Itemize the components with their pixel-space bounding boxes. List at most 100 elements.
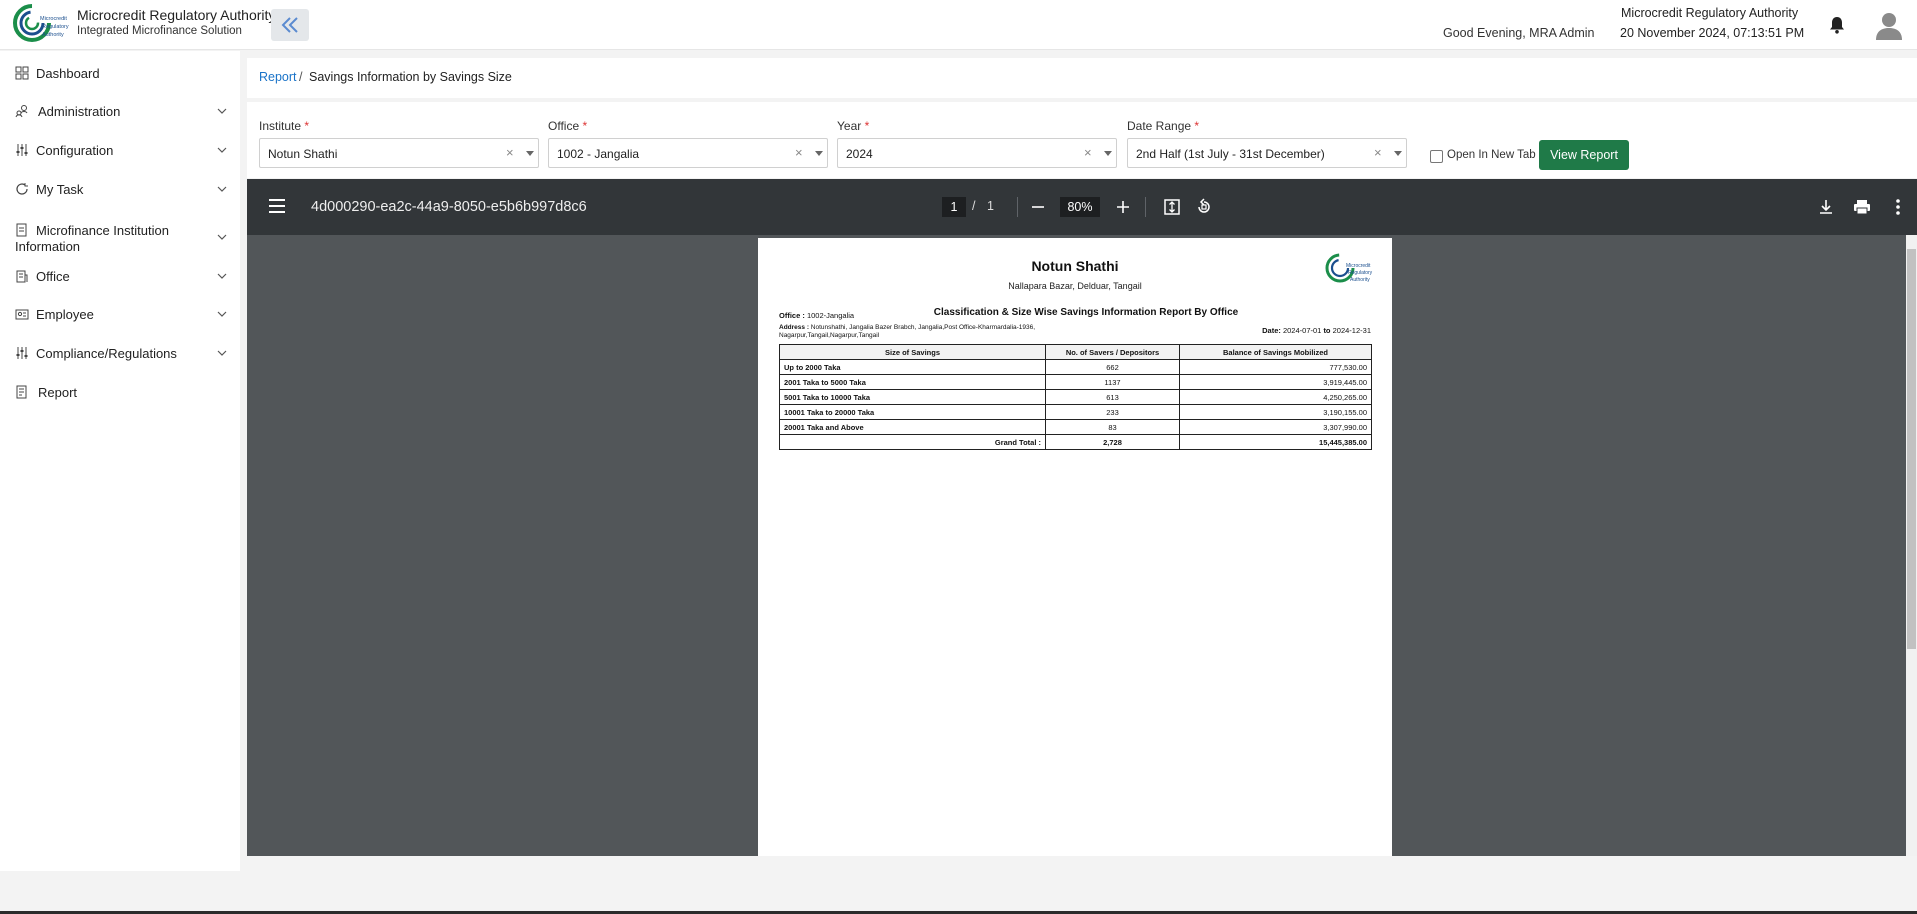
view-report-button[interactable]: View Report [1539,140,1629,170]
page-total: 1 [987,199,994,213]
svg-text:Regulatory: Regulatory [42,24,69,30]
sliders-icon [16,347,28,359]
sidebar-item-mfi-information[interactable]: Microfinance Institution Information [0,221,240,254]
total-savers-cell: 2,728 [1045,434,1180,450]
date-range-select[interactable]: 2nd Half (1st July - 31st December) × [1127,138,1407,168]
sidebar-item-compliance[interactable]: Compliance/Regulations [0,343,240,363]
download-icon [1820,200,1832,214]
mra-logo: Microcredit Regulatory Authority [12,3,70,45]
institute-value: Notun Shathi [268,147,338,161]
sidebar-item-my-task[interactable]: My Task [0,179,240,199]
sidebar-item-label: Dashboard [36,65,100,81]
footer [0,871,1917,914]
institute-label: Institute * [259,119,310,133]
open-new-tab-checkbox[interactable] [1430,150,1443,163]
sidebar-item-report[interactable]: Report [0,382,240,402]
chevron-down-icon [217,273,227,279]
balance-cell: 3,307,990.00 [1179,419,1372,435]
dashboard-icon [15,66,29,80]
size-cell: 20001 Taka and Above [779,419,1046,435]
sidebar-item-label: My Task [36,181,84,197]
fit-page-icon [1164,199,1180,215]
more-options-button[interactable] [1886,195,1910,219]
download-button[interactable] [1814,195,1838,219]
breadcrumb-separator: / [299,70,303,84]
open-new-tab-label[interactable]: Open In New Tab [1447,149,1536,161]
sidebar-item-administration[interactable]: Administration [0,101,240,121]
sidebar-item-configuration[interactable]: Configuration [0,140,240,160]
chevron-down-icon [217,147,227,153]
clear-icon[interactable]: × [506,145,514,160]
year-label: Year * [837,119,870,133]
svg-text:Regulatory: Regulatory [1348,270,1373,276]
vertical-scrollbar[interactable] [1906,235,1917,856]
sidebar-item-dashboard[interactable]: Dashboard [0,63,240,83]
menu-icon[interactable] [269,199,285,213]
date-range-label: Date Range * [1127,119,1200,133]
savers-cell: 662 [1045,359,1180,375]
chevron-down-icon [217,311,227,317]
page-number-input[interactable]: 1 [942,197,966,217]
fit-to-page-button[interactable] [1160,195,1184,219]
refresh-icon [16,183,28,195]
total-balance-cell: 15,445,385.00 [1179,434,1372,450]
page-separator: / [972,199,976,213]
svg-text:Microcredit: Microcredit [1346,263,1371,269]
balance-cell: 4,250,265.00 [1179,389,1372,405]
building-icon [16,270,28,283]
size-cell: Up to 2000 Taka [779,359,1046,375]
header-datetime: 20 November 2024, 07:13:51 PM [1620,26,1805,40]
grand-total-row: Grand Total : 2,728 15,445,385.00 [779,434,1372,450]
rotate-button[interactable] [1192,195,1216,219]
sidebar-item-label-line2: Information [15,239,81,254]
sliders-icon [16,144,28,156]
column-header: Balance of Savings Mobilized [1179,344,1372,360]
bell-icon[interactable] [1829,16,1845,39]
table-row: 20001 Taka and Above 83 3,307,990.00 [779,419,1372,435]
chevron-down-icon [217,350,227,356]
svg-text:Authority: Authority [42,32,64,38]
chevron-down-icon [217,108,227,114]
org-subtitle: Integrated Microfinance Solution [77,25,242,37]
breadcrumb-report-link[interactable]: Report [259,70,297,84]
savings-table: Size of Savings No. of Savers / Deposito… [779,344,1372,450]
sidebar-item-label: Report [38,384,78,400]
zoom-level-input[interactable]: 80% [1060,197,1100,217]
savers-cell: 1137 [1045,374,1180,390]
report-icon [16,385,27,399]
sidebar-item-employee[interactable]: Employee [0,304,240,324]
report-address: Address : Notunshathi, Jangalia Bazer Br… [779,324,1036,339]
user-avatar-icon[interactable] [1875,11,1903,46]
sidebar-item-label: Microfinance Institution [36,223,169,238]
minus-icon [1032,206,1044,208]
table-row: 2001 Taka to 5000 Taka 1137 3,919,445.00 [779,374,1372,390]
report-org-address: Nallapara Bazar, Delduar, Tangail [1008,281,1142,291]
scrollbar-thumb[interactable] [1907,249,1916,649]
report-filter-panel: Institute * Notun Shathi × Office * 1002… [247,102,1917,178]
balance-cell: 3,190,155.00 [1179,404,1372,420]
clear-icon[interactable]: × [1084,145,1092,160]
sidebar-item-office[interactable]: Office [0,266,240,286]
institute-select[interactable]: Notun Shathi × [259,138,539,168]
chevron-down-icon [217,234,227,240]
clear-icon[interactable]: × [795,145,803,160]
column-header: No. of Savers / Depositors [1045,344,1180,360]
sidebar-collapse-button[interactable] [271,9,309,41]
size-cell: 5001 Taka to 10000 Taka [779,389,1046,405]
more-vertical-icon [1896,199,1900,215]
table-row: 5001 Taka to 10000 Taka 613 4,250,265.00 [779,389,1372,405]
office-select[interactable]: 1002 - Jangalia × [548,138,828,168]
app-header: Microcredit Regulatory Authority Microcr… [0,0,1917,50]
clear-icon[interactable]: × [1374,145,1382,160]
zoom-in-button[interactable] [1111,195,1135,219]
zoom-out-button[interactable] [1026,195,1050,219]
mra-logo: Microcredit Regulatory Authority [1325,253,1375,289]
caret-down-icon [815,151,823,156]
office-value: 1002 - Jangalia [557,147,640,161]
print-button[interactable] [1850,195,1874,219]
year-select[interactable]: 2024 × [837,138,1117,168]
table-header-row: Size of Savings No. of Savers / Deposito… [779,344,1372,360]
double-chevron-left-icon [281,17,298,33]
savers-cell: 233 [1045,404,1180,420]
report-date-range: Date: 2024-07-01 to 2024-12-31 [1262,326,1371,335]
